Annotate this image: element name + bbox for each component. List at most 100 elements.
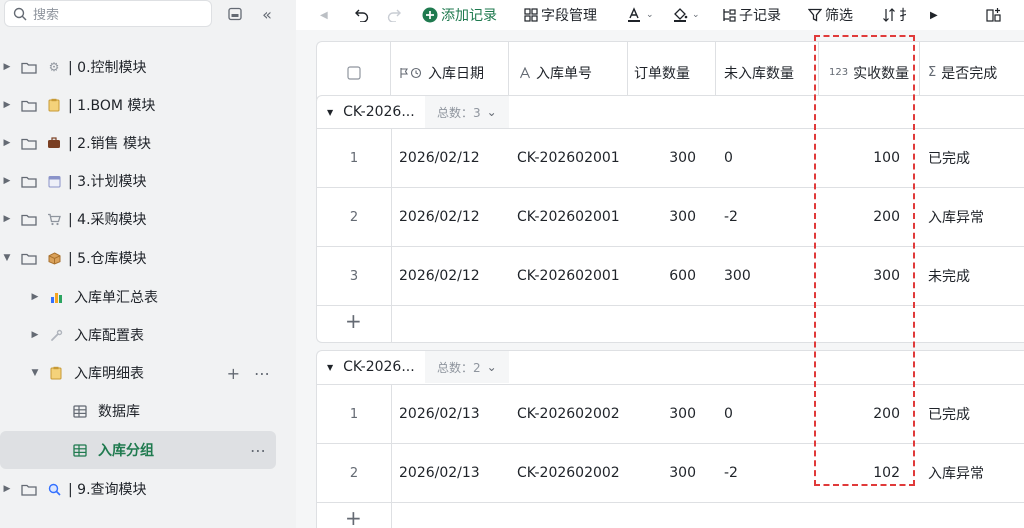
cell-order-no[interactable]: CK-202602002 [517, 385, 620, 443]
more-icon[interactable]: ⋯ [254, 364, 270, 383]
redo-button[interactable] [386, 8, 402, 22]
expand-arrow-icon[interactable]: ▶ [0, 138, 14, 148]
sidebar-item-inbound-group[interactable]: 入库分组 ⋯ [0, 431, 276, 469]
group-count: 总数：2 [437, 360, 481, 375]
cell-pending-qty[interactable]: 0 [724, 129, 733, 187]
add-row-button[interactable]: + [317, 305, 1024, 338]
scroll-right-icon[interactable]: ▶ [930, 10, 938, 21]
column-header-label: 未入库数量 [724, 65, 794, 82]
add-view-button[interactable] [986, 7, 1002, 23]
table-row[interactable]: 3 2026/02/12 CK-202602001 600 300 300 未完… [317, 246, 1024, 305]
more-icon[interactable]: ⋯ [250, 441, 266, 460]
fill-color-button[interactable]: ⌄ [672, 7, 700, 23]
search-input[interactable]: 搜索 [4, 0, 212, 27]
cell-order-no[interactable]: CK-202602001 [517, 188, 620, 246]
paint-bucket-icon [674, 8, 688, 22]
collapse-arrow-icon[interactable]: ▼ [0, 253, 14, 263]
sort-button[interactable]: 扌 [882, 5, 913, 25]
expand-arrow-icon[interactable]: ▶ [0, 484, 14, 494]
folder-icon [20, 98, 38, 112]
collapse-sidebar-button[interactable]: « [256, 3, 278, 25]
cell-date[interactable]: 2026/02/12 [399, 129, 480, 187]
cart-icon [46, 211, 62, 227]
sidebar-item-sales[interactable]: ▶ | 2.销售 模块 [0, 124, 296, 162]
cell-date[interactable]: 2026/02/12 [399, 247, 480, 305]
cell-order-qty[interactable]: 600 [628, 247, 696, 305]
expand-arrow-icon[interactable]: ▶ [0, 62, 14, 72]
sidebar-item-database[interactable]: 数据库 [0, 392, 296, 430]
scroll-left-icon[interactable]: ◀ [320, 10, 328, 21]
folder-icon [20, 482, 38, 496]
cell-date[interactable]: 2026/02/12 [399, 188, 480, 246]
expand-arrow-icon[interactable]: ▶ [28, 292, 42, 302]
sub-record-button[interactable]: 子记录 [722, 5, 781, 25]
expand-arrow-icon[interactable]: ▶ [0, 100, 14, 110]
table-row[interactable]: 1 2026/02/12 CK-202602001 300 0 100 已完成 [317, 128, 1024, 187]
add-record-label: 添加记录 [441, 8, 497, 24]
cell-order-no[interactable]: CK-202602002 [517, 444, 620, 502]
cell-pending-qty[interactable]: -2 [724, 188, 738, 246]
expand-arrow-icon[interactable]: ▶ [28, 330, 42, 340]
add-icon[interactable]: + [227, 364, 240, 383]
collapse-arrow-icon[interactable]: ▼ [327, 108, 333, 117]
cell-order-qty[interactable]: 300 [628, 444, 696, 502]
group-count-badge[interactable]: 总数：2 ⌄ [425, 351, 509, 383]
expand-arrow-icon[interactable]: ▶ [0, 176, 14, 186]
cell-pending-qty[interactable]: -2 [724, 444, 738, 502]
chevron-down-icon: ⌄ [692, 10, 700, 20]
cell-status[interactable]: 已完成 [928, 385, 970, 443]
group-header[interactable]: ▼ CK-2026... [317, 351, 415, 383]
column-header-pending-qty[interactable]: 未入库数量 [716, 42, 819, 103]
cell-order-qty[interactable]: 300 [628, 188, 696, 246]
cell-status[interactable]: 入库异常 [928, 188, 984, 246]
sidebar-item-inbound-summary[interactable]: ▶ 入库单汇总表 [0, 278, 296, 316]
sidebar-item-bom[interactable]: ▶ | 1.BOM 模块 [0, 86, 296, 124]
filter-button[interactable]: 筛选 [808, 5, 853, 25]
table-row[interactable]: 2 2026/02/13 CK-202602002 300 -2 102 入库异… [317, 443, 1024, 502]
expand-arrow-icon[interactable]: ▶ [0, 214, 14, 224]
cell-date[interactable]: 2026/02/13 [399, 385, 480, 443]
column-header-order-no[interactable]: 入库单号 [509, 42, 628, 103]
undo-button[interactable] [354, 8, 370, 22]
column-header-status[interactable]: Σ 是否完成 [920, 42, 1024, 103]
add-record-button[interactable]: 添加记录 [422, 5, 497, 25]
sidebar-item-inbound-config[interactable]: ▶ 入库配置表 [0, 316, 296, 354]
select-all-checkbox[interactable] [317, 42, 391, 103]
table-row[interactable]: 2 2026/02/12 CK-202602001 300 -2 200 入库异… [317, 187, 1024, 246]
sidebar-item-inbound-detail[interactable]: ▼ 入库明细表 + ⋯ [0, 354, 296, 392]
sidebar-toggle-button[interactable] [224, 3, 246, 25]
sidebar-item-warehouse[interactable]: ▼ | 5.仓库模块 [0, 239, 296, 277]
cell-pending-qty[interactable]: 0 [724, 385, 733, 443]
double-chevron-left-icon: « [262, 4, 272, 24]
field-manage-button[interactable]: 字段管理 [524, 5, 597, 25]
sidebar-item-label: | 4.采购模块 [68, 212, 147, 228]
cell-status[interactable]: 入库异常 [928, 444, 984, 502]
cell-pending-qty[interactable]: 300 [724, 247, 751, 305]
cell-order-no[interactable]: CK-202602001 [517, 129, 620, 187]
sidebar-item-control[interactable]: ▶ ⚙ | 0.控制模块 [0, 48, 296, 86]
cell-status[interactable]: 已完成 [928, 129, 970, 187]
group-count-badge[interactable]: 总数：3 ⌄ [425, 96, 509, 128]
column-header-order-qty[interactable]: 订单数量 [628, 42, 716, 103]
column-header-label: 入库日期 [428, 65, 484, 82]
collapse-arrow-icon[interactable]: ▼ [327, 363, 333, 372]
sidebar-item-query[interactable]: ▶ | 9.查询模块 [0, 470, 296, 508]
cell-order-qty[interactable]: 300 [628, 129, 696, 187]
search-icon [13, 7, 27, 20]
cell-status[interactable]: 未完成 [928, 247, 970, 305]
collapse-arrow-icon[interactable]: ▼ [28, 368, 42, 378]
text-color-button[interactable]: ⌄ [626, 7, 654, 23]
group-header[interactable]: ▼ CK-2026... [317, 96, 415, 128]
cell-order-no[interactable]: CK-202602001 [517, 247, 620, 305]
column-header-date[interactable]: 入库日期 [391, 42, 509, 103]
table-row[interactable]: 1 2026/02/13 CK-202602002 300 0 200 已完成 [317, 384, 1024, 443]
sidebar-item-purchase[interactable]: ▶ | 4.采购模块 [0, 200, 296, 238]
wrench-icon [48, 327, 64, 343]
sidebar-item-plan[interactable]: ▶ | 3.计划模块 [0, 162, 296, 200]
group-panel: ▼ CK-2026... 总数：3 ⌄ 1 2026/02/12 CK-2026… [316, 95, 1024, 343]
grid-icon [524, 8, 538, 22]
cell-order-qty[interactable]: 300 [628, 385, 696, 443]
add-row-button[interactable]: + [317, 502, 1024, 528]
cell-date[interactable]: 2026/02/13 [399, 444, 480, 502]
plus-circle-icon [422, 7, 438, 23]
